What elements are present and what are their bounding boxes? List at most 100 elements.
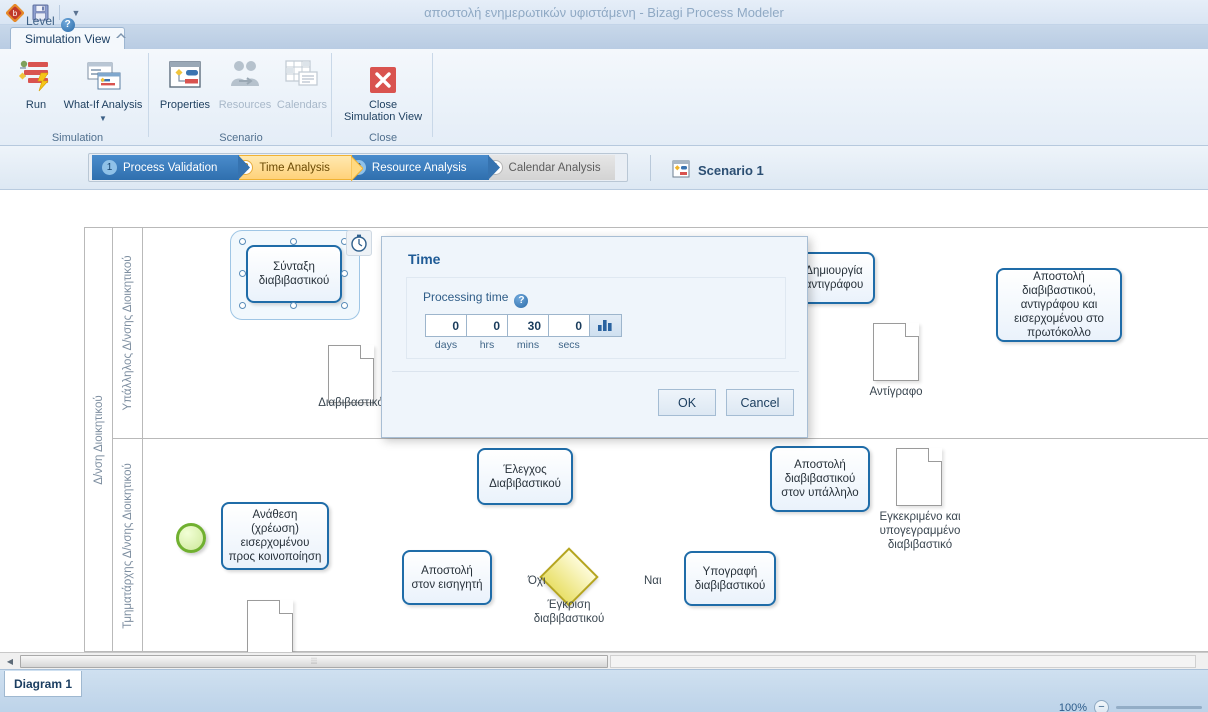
data-object-bottom-left[interactable] (247, 600, 293, 652)
cancel-button[interactable]: Cancel (726, 389, 794, 416)
horizontal-scrollbar[interactable]: ◀ ⦙⦙⦙ (0, 652, 1208, 669)
step-number: 1 (102, 160, 117, 175)
unit-days: days (434, 339, 458, 351)
window-title: αποστολή ενημερωτικών υφιστάμενη - Bizag… (424, 5, 784, 20)
secs-input[interactable]: 0 (548, 314, 590, 337)
distribution-chart-icon[interactable] (589, 314, 622, 337)
zoom-control[interactable]: 100% − (1059, 700, 1202, 712)
group-divider (148, 53, 149, 137)
data-object-diavivastiko[interactable] (328, 345, 374, 403)
scenario-icon (672, 160, 690, 181)
title-bar: b ▼ αποστολή ενημερωτικών υφιστάμενη - B… (0, 0, 1208, 25)
close-button-label-line1: Close (368, 99, 398, 111)
resize-handle[interactable] (341, 270, 348, 277)
level-steps: 1 Process Validation 2 Time Analysis 3 R… (92, 154, 615, 183)
task-anathesi-eiserchomenou[interactable]: Ανάθεση (χρέωση) εισερχομένου προς κοινοποί… (221, 502, 329, 570)
scenario-label: Scenario 1 (698, 163, 764, 178)
close-simulation-view-button[interactable]: Close Simulation View (335, 53, 431, 123)
properties-button[interactable]: Properties (154, 53, 216, 111)
zoom-out-button[interactable]: − (1094, 700, 1109, 712)
dialog-divider (392, 371, 799, 372)
hrs-input[interactable]: 0 (466, 314, 508, 337)
task-ypografi-diavivastikou[interactable]: Υπογραφή διαβιβαστικού (684, 551, 776, 606)
resize-handle[interactable] (239, 302, 246, 309)
zoom-level-label: 100% (1058, 701, 1087, 712)
unit-secs: secs (558, 339, 580, 351)
task-apostoli-sto-protokollo[interactable]: Αποστολή διαβιβαστικού, αντιγράφου και εισε… (996, 268, 1122, 342)
time-input-group: 0 0 30 0 (425, 314, 622, 337)
scrollbar-thumb[interactable]: ⦙⦙⦙ (20, 655, 608, 668)
ribbon-group-title-close: Close (368, 132, 398, 144)
group-divider (331, 53, 332, 137)
help-icon[interactable]: ? (60, 18, 75, 32)
run-button[interactable]: Run (12, 53, 60, 111)
task-label: Αποστολή στον εισηγητή (411, 564, 483, 591)
mins-input[interactable]: 30 (507, 314, 549, 337)
what-if-analysis-icon (84, 53, 122, 95)
step-label: Resource Analysis (371, 161, 467, 174)
step-label: Process Validation (123, 161, 218, 174)
scrollbar-track[interactable] (610, 655, 1196, 668)
run-label: Run (25, 99, 47, 111)
resize-handle[interactable] (239, 238, 246, 245)
page-fold (280, 600, 293, 613)
task-label: Αποστολή διαβιβαστικού στον υπάλληλο (781, 459, 859, 499)
document-tab-diagram-1[interactable]: Diagram 1 (4, 671, 82, 697)
data-object-egkekrimeno[interactable] (896, 448, 942, 506)
calendars-button: Calendars (274, 53, 330, 111)
collapse-ribbon-icon[interactable] (112, 29, 130, 45)
processing-time-text: Processing time (423, 290, 509, 304)
step-arrow (350, 154, 364, 183)
scroll-left-icon[interactable]: ◀ (3, 654, 17, 669)
ribbon: Run What-If Analysis ▼ Simulation Proper… (0, 49, 1208, 146)
task-syntaxi-diavivastikou[interactable]: Σύνταξη διαβιβαστικού (246, 245, 342, 303)
resize-handle[interactable] (239, 270, 246, 277)
lane-header: Υπάλληλος Δ/νσης Διοικητικού (113, 228, 143, 438)
resize-handle[interactable] (290, 238, 297, 245)
data-object-antigrafo[interactable] (873, 323, 919, 381)
task-apostoli-ston-eisigiti[interactable]: Αποστολή στον εισηγητή (402, 550, 492, 605)
time-dialog[interactable]: Time Processing time? 0 0 30 0 days hrs … (381, 236, 808, 438)
ribbon-tab-strip: Simulation View (0, 25, 1208, 49)
chevron-down-icon[interactable]: ▼ (99, 113, 107, 125)
lane-label: Υπάλληλος Δ/νσης Διοικητικού (121, 255, 134, 411)
properties-label: Properties (159, 99, 211, 111)
page-fold (929, 448, 942, 461)
what-if-analysis-button[interactable]: What-If Analysis ▼ (58, 53, 148, 125)
dialog-title: Time (408, 251, 441, 267)
help-icon[interactable]: ? (514, 294, 529, 308)
resources-label: Resources (218, 99, 272, 111)
zoom-slider-track[interactable] (1116, 706, 1202, 709)
status-bar (0, 669, 1208, 712)
task-apostoli-ston-ypallilo[interactable]: Αποστολή διαβιβαστικού στον υπάλληλο (770, 446, 870, 512)
ribbon-group-title-simulation: Simulation (51, 132, 104, 144)
group-divider (432, 53, 433, 137)
properties-icon (166, 53, 204, 95)
step-process-validation[interactable]: 1 Process Validation (92, 155, 251, 180)
resize-handle[interactable] (290, 302, 297, 309)
timer-icon[interactable] (346, 230, 372, 256)
step-arrow (487, 155, 500, 180)
start-event[interactable] (176, 523, 206, 553)
ribbon-group-close: Close Simulation View Close (333, 49, 433, 146)
what-if-analysis-label: What-If Analysis (63, 99, 143, 111)
scenario-indicator[interactable]: Scenario 1 (672, 160, 764, 181)
resize-handle[interactable] (341, 302, 348, 309)
page-fold (361, 345, 374, 358)
calendars-icon (283, 53, 321, 95)
page-fold (906, 323, 919, 336)
unit-hrs: hrs (479, 339, 495, 351)
lane-header: Τμηματάρχης Δ/νσης Διοικητικού (113, 439, 143, 652)
task-label: Δημιουργία αντιγράφου (804, 265, 864, 291)
ok-button[interactable]: OK (658, 389, 716, 416)
step-resource-analysis[interactable]: 3 Resource Analysis (340, 155, 500, 180)
gateway-label: Έγκριση διαβιβαστικού (533, 599, 605, 625)
task-label: Έλεγχος Διαβιβαστικού (489, 463, 561, 490)
task-label: Ανάθεση (χρέωση) εισερχομένου προς κοινοποί… (228, 509, 322, 563)
processing-time-label: Processing time? (423, 290, 529, 308)
ribbon-group-title-scenario: Scenario (219, 132, 263, 144)
days-input[interactable]: 0 (425, 314, 467, 337)
resources-button: Resources (214, 53, 276, 111)
task-elegchos-diavivastikou[interactable]: Έλεγχος Διαβιβαστικού (477, 448, 573, 505)
ribbon-group-scenario: Properties Resources Calendars Scenario (150, 49, 332, 146)
